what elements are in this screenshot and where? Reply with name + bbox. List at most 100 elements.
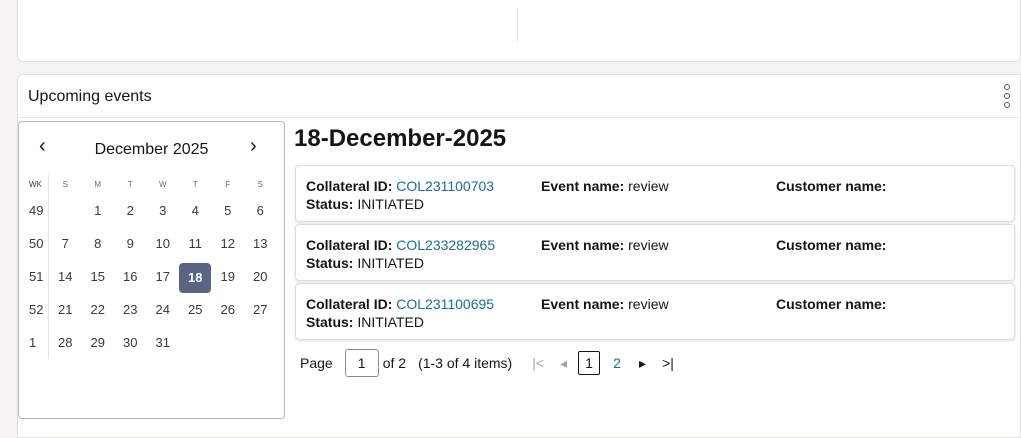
calendar-cell: 8	[82, 227, 115, 260]
calendar-day[interactable]: 7	[49, 227, 81, 260]
calendar-day[interactable]: 9	[114, 227, 146, 260]
calendar-day[interactable]: 11	[179, 227, 211, 260]
calendar-day-selected[interactable]: 18	[179, 262, 212, 293]
status-label: Status:	[306, 314, 354, 330]
calendar-day[interactable]: 6	[244, 194, 276, 227]
next-month-icon[interactable]: ›	[250, 136, 257, 156]
calendar-cell: 16	[114, 260, 147, 293]
calendar-day[interactable]: 10	[147, 227, 179, 260]
page-number-button[interactable]: 2	[606, 351, 628, 375]
calendar-day[interactable]: 14	[49, 260, 81, 293]
calendar-cell: 31	[147, 326, 180, 359]
previous-page-icon[interactable]: ◂	[560, 355, 567, 372]
calendar-day[interactable]: 13	[244, 227, 276, 260]
page-number-input[interactable]	[344, 349, 379, 377]
calendar-day[interactable]: 31	[147, 326, 179, 359]
calendar-cell: 27	[244, 293, 277, 326]
calendar-cell: 23	[114, 293, 147, 326]
calendar-day[interactable]: 24	[147, 293, 179, 326]
calendar-day[interactable]: 28	[49, 326, 81, 359]
event-name-label: Event name:	[541, 296, 625, 312]
calendar-week-row: 52 21 22 23 24 25 26 27	[25, 293, 277, 326]
collateral-id-label: Collateral ID:	[306, 178, 393, 194]
weekday-header: W	[158, 179, 167, 189]
collateral-id-link[interactable]: COL231100695	[396, 296, 494, 312]
event-card: Collateral ID: COL233282965 Event name: r…	[295, 224, 1015, 281]
calendar-cell: 12	[212, 227, 245, 260]
event-card: Collateral ID: COL231100695 Event name: r…	[295, 283, 1015, 340]
page-of-label: of 2	[382, 355, 407, 371]
calendar-day[interactable]: 19	[212, 260, 244, 293]
calendar-cell: 15	[82, 260, 115, 293]
weekday-header: M	[94, 179, 102, 189]
top-card-divider	[517, 8, 518, 42]
status-value: INITIATED	[357, 255, 424, 271]
calendar-cell: 2	[114, 194, 147, 227]
status-label: Status:	[306, 196, 354, 212]
collateral-id-link[interactable]: COL231100703	[396, 178, 494, 194]
calendar-cell: 4	[179, 194, 212, 227]
pagination: Page of 2 (1-3 of 4 items) |< ◂ 12 ▸ >|	[300, 349, 682, 377]
week-number: 50	[25, 227, 49, 260]
next-page-icon[interactable]: ▸	[639, 355, 646, 372]
calendar-cell: 25	[179, 293, 212, 326]
calendar-cell: 9	[114, 227, 147, 260]
calendar-day[interactable]: 17	[147, 260, 179, 293]
status-label: Status:	[306, 255, 354, 271]
calendar-day[interactable]: 8	[82, 227, 114, 260]
calendar: ‹ December 2025 › WK S M T W T F S 49 1 2 3 4 5 6 50 7 8 9…	[18, 121, 285, 419]
page-label: Page	[300, 355, 333, 371]
calendar-day[interactable]: 27	[244, 293, 276, 326]
calendar-cell: 13	[244, 227, 277, 260]
calendar-cell: 28	[49, 326, 82, 359]
calendar-day[interactable]: 15	[82, 260, 114, 293]
page-number-button[interactable]: 1	[578, 351, 601, 375]
calendar-day[interactable]: 21	[49, 293, 81, 326]
calendar-cell: 19	[212, 260, 245, 293]
calendar-month-label: December 2025	[94, 141, 209, 158]
panel-title: Upcoming events	[28, 88, 152, 105]
more-options-icon[interactable]	[1002, 83, 1012, 111]
calendar-day[interactable]: 1	[82, 194, 114, 227]
customer-name-label: Customer name:	[776, 296, 887, 312]
calendar-grid: WK S M T W T F S 49 1 2 3 4 5 6 50 7 8 9 10 11 12 13 51 14 15 16 17…	[25, 174, 277, 359]
event-name-label: Event name:	[541, 237, 625, 253]
calendar-day[interactable]: 20	[244, 260, 276, 293]
week-number: 49	[25, 194, 49, 227]
calendar-day[interactable]: 23	[114, 293, 146, 326]
first-page-icon[interactable]: |<	[532, 355, 544, 371]
calendar-cell: 5	[212, 194, 245, 227]
calendar-day[interactable]: 5	[212, 194, 244, 227]
last-page-icon[interactable]: >|	[662, 355, 674, 371]
calendar-day[interactable]: 29	[82, 326, 114, 359]
collateral-id-link[interactable]: COL233282965	[396, 237, 495, 253]
calendar-week-row: 49 1 2 3 4 5 6	[25, 194, 277, 227]
calendar-cell: 11	[179, 227, 212, 260]
calendar-day[interactable]: 2	[114, 194, 146, 227]
week-number: 1	[25, 326, 49, 359]
calendar-day[interactable]: 4	[179, 194, 211, 227]
calendar-week-row: 51 14 15 16 17 18 19 20	[25, 260, 277, 293]
weekday-header: T	[192, 179, 198, 189]
calendar-cell: 1	[82, 194, 115, 227]
calendar-day[interactable]: 16	[114, 260, 146, 293]
calendar-cell	[179, 326, 212, 359]
calendar-week-row: 50 7 8 9 10 11 12 13	[25, 227, 277, 260]
event-card: Collateral ID: COL231100703 Event name: r…	[295, 165, 1015, 222]
week-number: 52	[25, 293, 49, 326]
calendar-week-row: 1 28 29 30 31	[25, 326, 277, 359]
calendar-cell: 26	[212, 293, 245, 326]
upcoming-events-panel: Upcoming events ‹ December 2025 › WK S M T W…	[17, 74, 1021, 438]
calendar-day[interactable]: 30	[114, 326, 146, 359]
calendar-day[interactable]: 26	[212, 293, 244, 326]
calendar-day[interactable]: 3	[147, 194, 179, 227]
calendar-day[interactable]: 22	[82, 293, 114, 326]
calendar-cell: 18	[179, 260, 212, 293]
customer-name-label: Customer name:	[776, 237, 887, 253]
calendar-cell: 20	[244, 260, 277, 293]
calendar-day[interactable]: 25	[179, 293, 211, 326]
weekday-header: T	[127, 179, 133, 189]
calendar-day[interactable]: 12	[212, 227, 244, 260]
top-card	[17, 0, 1021, 62]
event-name-value: review	[628, 296, 669, 312]
